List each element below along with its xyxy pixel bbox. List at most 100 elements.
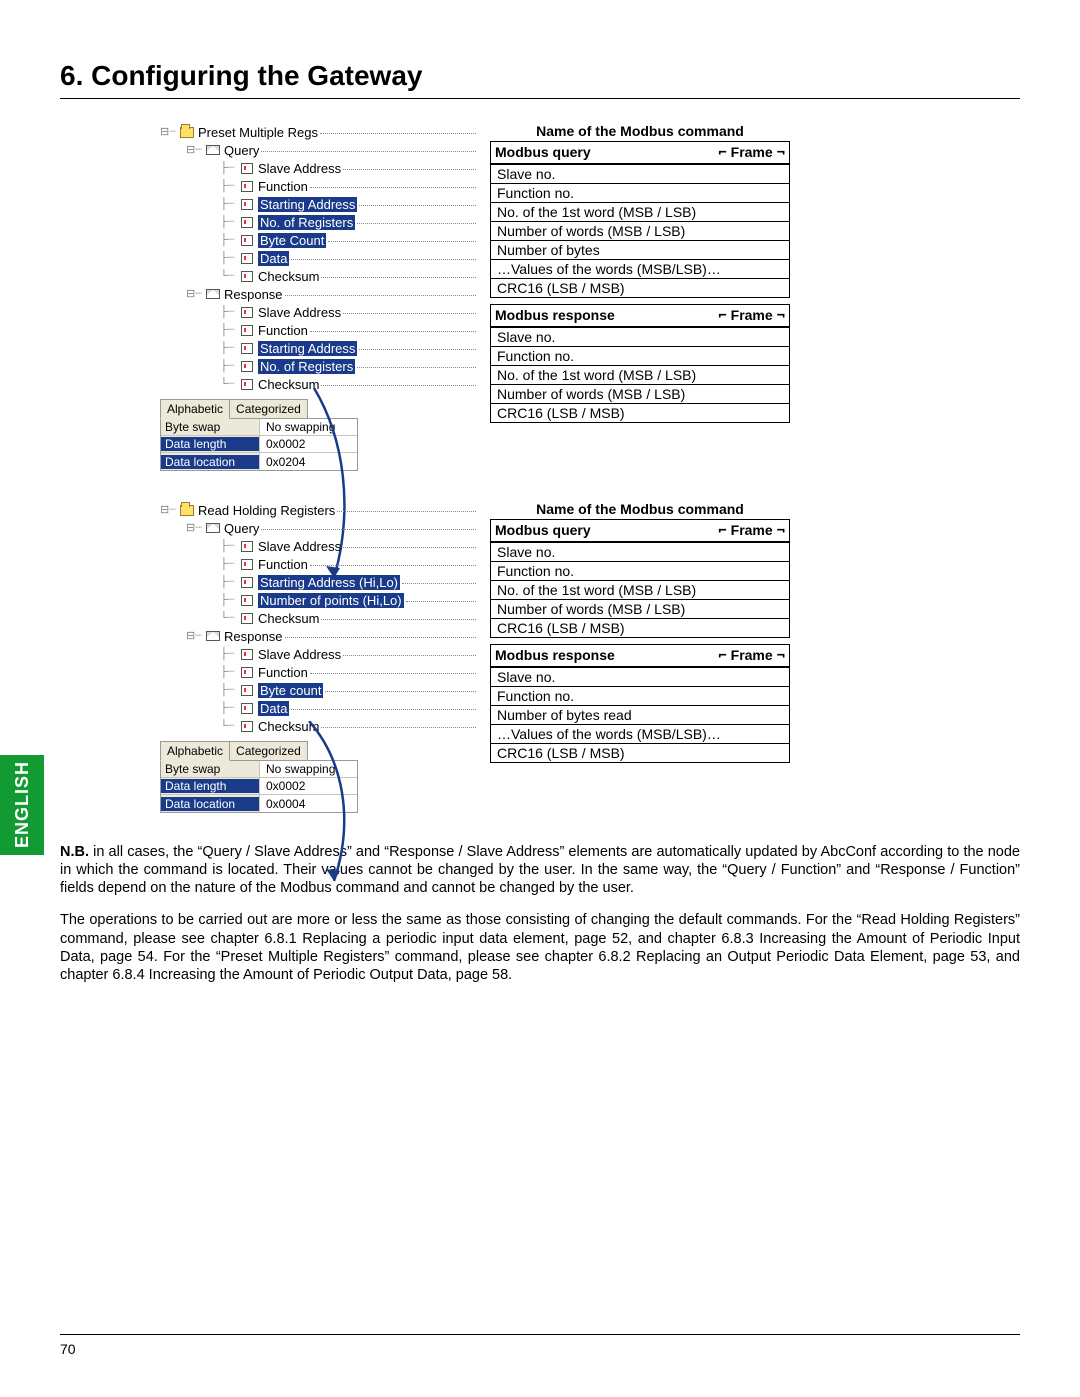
field-icon	[241, 379, 253, 390]
section-preset-regs: ⊟┈Preset Multiple Regs ⊟┈Query ├┈Slave A…	[160, 123, 1020, 471]
property-row[interactable]: Byte swapNo swapping	[161, 761, 357, 778]
table-cell: Number of bytes read	[491, 705, 789, 724]
property-row[interactable]: Data length0x0002	[161, 436, 357, 453]
table-cell: No. of the 1st word (MSB / LSB)	[491, 202, 789, 221]
field-icon	[241, 649, 253, 660]
table-cell: Number of words (MSB / LSB)	[491, 384, 789, 403]
table-cell: Number of words (MSB / LSB)	[491, 221, 789, 240]
property-row[interactable]: Data location0x0004	[161, 795, 357, 812]
field-icon	[241, 199, 253, 210]
tree-query[interactable]: Query	[224, 521, 259, 536]
tree-field[interactable]: ├┈Data	[220, 249, 480, 267]
tree-field[interactable]: ├┈Function	[220, 321, 480, 339]
table-cell: Slave no.	[491, 164, 789, 183]
query-header: Modbus query ⌐ Frame ¬	[490, 141, 790, 164]
field-icon	[241, 577, 253, 588]
table-cell: Function no.	[491, 561, 789, 580]
field-icon	[241, 343, 253, 354]
table-cell: Function no.	[491, 686, 789, 705]
tab-categorized[interactable]: Categorized	[229, 399, 308, 419]
property-grid[interactable]: Byte swapNo swappingData length0x0002Dat…	[160, 760, 358, 813]
table-cell: CRC16 (LSB / MSB)	[491, 403, 789, 422]
prop-tabs: Alphabetic Categorized	[160, 399, 480, 419]
field-icon	[241, 325, 253, 336]
envelope-icon	[206, 523, 220, 533]
tree-field[interactable]: ├┈Function	[220, 177, 480, 195]
table-cell: Number of bytes	[491, 240, 789, 259]
field-icon	[241, 271, 253, 282]
field-icon	[241, 613, 253, 624]
envelope-icon	[206, 145, 220, 155]
table-cell: Slave no.	[491, 667, 789, 686]
tree-root[interactable]: Preset Multiple Regs	[198, 125, 318, 140]
field-icon	[241, 181, 253, 192]
tree-field[interactable]: ├┈Starting Address	[220, 339, 480, 357]
response-header: Modbus response ⌐ Frame ¬	[490, 644, 790, 667]
tree-field[interactable]: ├┈Slave Address	[220, 303, 480, 321]
field-icon	[241, 307, 253, 318]
folder-icon	[180, 127, 194, 138]
field-icon	[241, 595, 253, 606]
field-icon	[241, 667, 253, 678]
prop-tabs: Alphabetic Categorized	[160, 741, 480, 761]
table-cell: …Values of the words (MSB/LSB)…	[491, 724, 789, 743]
field-icon	[241, 541, 253, 552]
tree-view[interactable]: ⊟┈Read Holding Registers ⊟┈Query ├┈Slave…	[160, 501, 480, 735]
field-icon	[241, 559, 253, 570]
tree-query[interactable]: Query	[224, 143, 259, 158]
tree-field[interactable]: └┈Checksum	[220, 717, 480, 735]
tree-response[interactable]: Response	[224, 629, 283, 644]
tab-alphabetic[interactable]: Alphabetic	[160, 741, 230, 761]
page-number: 70	[60, 1334, 1020, 1357]
property-row[interactable]: Byte swapNo swapping	[161, 419, 357, 436]
field-icon	[241, 253, 253, 264]
tree-response[interactable]: Response	[224, 287, 283, 302]
tree-field[interactable]: ├┈Slave Address	[220, 537, 480, 555]
tree-field[interactable]: ├┈Starting Address	[220, 195, 480, 213]
property-row[interactable]: Data location0x0204	[161, 453, 357, 470]
envelope-icon	[206, 631, 220, 641]
tree-root[interactable]: Read Holding Registers	[198, 503, 335, 518]
tree-field[interactable]: ├┈Slave Address	[220, 159, 480, 177]
tree-field[interactable]: ├┈Function	[220, 663, 480, 681]
field-icon	[241, 361, 253, 372]
folder-icon	[180, 505, 194, 516]
table-cell: CRC16 (LSB / MSB)	[491, 618, 789, 637]
query-header: Modbus query ⌐ Frame ¬	[490, 519, 790, 542]
tree-field[interactable]: ├┈No. of Registers	[220, 357, 480, 375]
tree-field[interactable]: ├┈Data	[220, 699, 480, 717]
property-row[interactable]: Data length0x0002	[161, 778, 357, 795]
tree-field[interactable]: └┈Checksum	[220, 375, 480, 393]
field-icon	[241, 721, 253, 732]
tree-field[interactable]: ├┈Starting Address (Hi,Lo)	[220, 573, 480, 591]
property-grid[interactable]: Byte swapNo swappingData length0x0002Dat…	[160, 418, 358, 471]
language-tab: ENGLISH	[0, 755, 44, 855]
body-paragraphs: N.B. in all cases, the “Query / Slave Ad…	[60, 843, 1020, 984]
tree-field[interactable]: └┈Checksum	[220, 609, 480, 627]
table-cell: No. of the 1st word (MSB / LSB)	[491, 580, 789, 599]
page-title: 6. Configuring the Gateway	[60, 60, 1020, 92]
tree-field[interactable]: ├┈Slave Address	[220, 645, 480, 663]
table-cell: Slave no.	[491, 542, 789, 561]
tree-field[interactable]: ├┈Byte Count	[220, 231, 480, 249]
table-cell: Function no.	[491, 346, 789, 365]
tree-field[interactable]: ├┈No. of Registers	[220, 213, 480, 231]
tree-field[interactable]: ├┈Number of points (Hi,Lo)	[220, 591, 480, 609]
table-cell: CRC16 (LSB / MSB)	[491, 743, 789, 762]
tree-view[interactable]: ⊟┈Preset Multiple Regs ⊟┈Query ├┈Slave A…	[160, 123, 480, 393]
table-caption: Name of the Modbus command	[490, 501, 790, 519]
tree-field[interactable]: ├┈Byte count	[220, 681, 480, 699]
tree-field[interactable]: ├┈Function	[220, 555, 480, 573]
table-cell: Slave no.	[491, 327, 789, 346]
table-cell: No. of the 1st word (MSB / LSB)	[491, 365, 789, 384]
horizontal-rule	[60, 98, 1020, 99]
tab-alphabetic[interactable]: Alphabetic	[160, 399, 230, 419]
field-icon	[241, 235, 253, 246]
tab-categorized[interactable]: Categorized	[229, 741, 308, 761]
envelope-icon	[206, 289, 220, 299]
response-header: Modbus response ⌐ Frame ¬	[490, 304, 790, 327]
table-cell: Function no.	[491, 183, 789, 202]
tree-field[interactable]: └┈Checksum	[220, 267, 480, 285]
field-icon	[241, 163, 253, 174]
field-icon	[241, 703, 253, 714]
